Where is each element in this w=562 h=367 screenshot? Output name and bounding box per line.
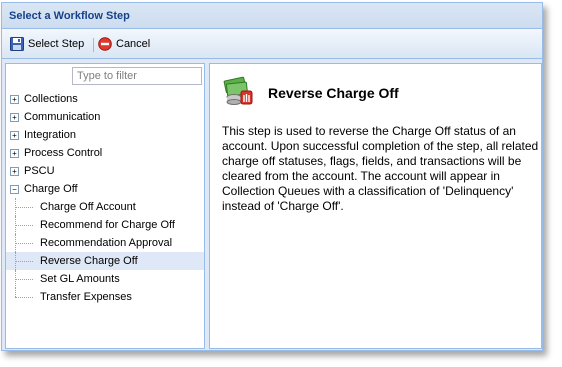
tree-connector bbox=[15, 261, 33, 262]
tree-item-label: Recommendation Approval bbox=[40, 237, 173, 249]
expand-icon[interactable]: + bbox=[10, 149, 19, 158]
step-tree: + Collections + Communication + Integrat… bbox=[6, 90, 204, 306]
filter-input[interactable] bbox=[72, 67, 202, 85]
expand-icon[interactable]: + bbox=[10, 131, 19, 140]
select-step-label: Select Step bbox=[28, 38, 85, 50]
tree-item-label: Reverse Charge Off bbox=[40, 255, 138, 267]
tree-item-set-gl-amounts[interactable]: Set GL Amounts bbox=[6, 270, 204, 288]
expand-icon[interactable]: + bbox=[10, 95, 19, 104]
tree-connector bbox=[15, 225, 33, 226]
tree-category-communication[interactable]: + Communication bbox=[6, 108, 204, 126]
tree-category-label: Charge Off bbox=[24, 183, 78, 195]
tree-connector bbox=[15, 279, 33, 280]
tree-item-label: Charge Off Account bbox=[40, 201, 136, 213]
tree-item-charge-off-account[interactable]: Charge Off Account bbox=[6, 198, 204, 216]
dialog-title: Select a Workflow Step bbox=[9, 10, 130, 22]
money-stop-icon bbox=[223, 76, 253, 105]
tree-category-label: Communication bbox=[24, 111, 101, 123]
tree-connector bbox=[15, 297, 33, 298]
tree-connector bbox=[15, 207, 33, 208]
cancel-label: Cancel bbox=[116, 38, 151, 50]
cancel-button[interactable]: Cancel bbox=[98, 35, 150, 53]
workflow-step-dialog: Select a Workflow Step Select Step Cance… bbox=[1, 2, 543, 351]
expand-icon[interactable]: + bbox=[10, 113, 19, 122]
tree-item-label: Recommend for Charge Off bbox=[40, 219, 175, 231]
toolbar-separator bbox=[93, 38, 94, 52]
save-disk-icon bbox=[10, 37, 24, 51]
step-description: This step is used to reverse the Charge … bbox=[222, 124, 539, 213]
tree-category-pscu[interactable]: + PSCU bbox=[6, 162, 204, 180]
tree-category-label: PSCU bbox=[24, 165, 55, 177]
step-tree-panel: + Collections + Communication + Integrat… bbox=[5, 63, 205, 349]
dialog-toolbar: Select Step Cancel bbox=[2, 29, 542, 59]
tree-category-integration[interactable]: + Integration bbox=[6, 126, 204, 144]
cancel-icon bbox=[98, 37, 112, 51]
step-detail-panel: Reverse Charge Off This step is used to … bbox=[209, 63, 542, 349]
tree-item-transfer-expenses[interactable]: Transfer Expenses bbox=[6, 288, 204, 306]
collapse-icon[interactable]: − bbox=[10, 185, 19, 194]
expand-icon[interactable]: + bbox=[10, 167, 19, 176]
tree-connector bbox=[15, 243, 33, 244]
tree-item-reverse-charge-off[interactable]: Reverse Charge Off bbox=[6, 252, 204, 270]
tree-category-charge-off[interactable]: − Charge Off bbox=[6, 180, 204, 198]
tree-category-process-control[interactable]: + Process Control bbox=[6, 144, 204, 162]
tree-category-label: Collections bbox=[24, 93, 78, 105]
tree-category-label: Process Control bbox=[24, 147, 103, 159]
tree-connector bbox=[15, 288, 16, 297]
tree-category-collections[interactable]: + Collections bbox=[6, 90, 204, 108]
dialog-titlebar: Select a Workflow Step bbox=[2, 3, 542, 29]
tree-item-recommendation-approval[interactable]: Recommendation Approval bbox=[6, 234, 204, 252]
select-step-button[interactable]: Select Step bbox=[10, 35, 84, 53]
tree-item-label: Transfer Expenses bbox=[40, 291, 132, 303]
step-title: Reverse Charge Off bbox=[268, 85, 399, 101]
tree-item-label: Set GL Amounts bbox=[40, 273, 120, 285]
filter-bar bbox=[6, 64, 204, 90]
tree-category-label: Integration bbox=[24, 129, 76, 141]
tree-item-recommend-for-charge-off[interactable]: Recommend for Charge Off bbox=[6, 216, 204, 234]
